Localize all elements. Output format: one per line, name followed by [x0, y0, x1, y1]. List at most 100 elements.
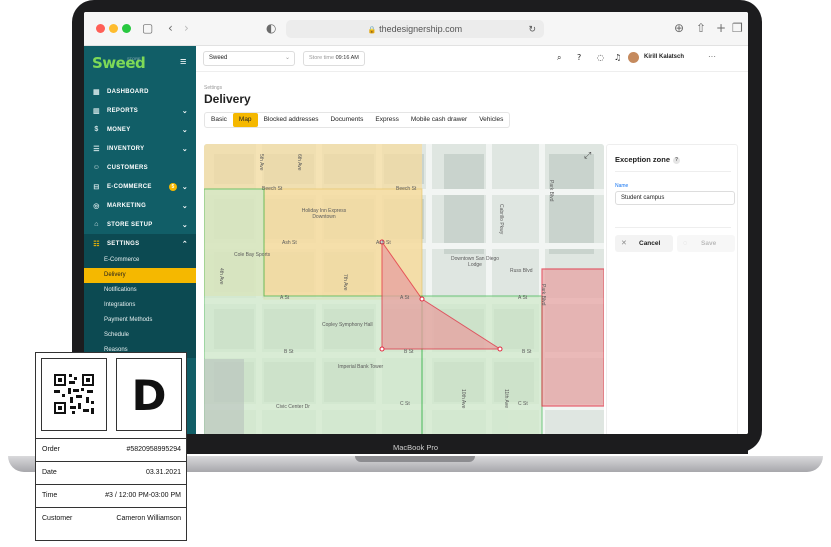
- user-icon: ☺: [92, 164, 101, 171]
- download-icon[interactable]: ⊕: [674, 21, 684, 35]
- new-tab-icon[interactable]: +: [716, 21, 726, 35]
- panel-title: Exception zone?: [615, 155, 681, 164]
- receipt-row: Time #3 / 12:00 PM-03:00 PM: [36, 484, 186, 507]
- sliders-icon: ☷: [93, 240, 100, 248]
- map-label: 10th Ave: [460, 389, 466, 409]
- map-label: Copley Symphony Hall: [322, 322, 373, 328]
- chevron-down-icon: ⌄: [181, 126, 188, 134]
- subnav-item-integrations[interactable]: Integrations: [84, 298, 196, 313]
- subnav-item-notifications[interactable]: Notifications: [84, 283, 196, 298]
- sidebar-item-label: CUSTOMERS: [107, 164, 148, 171]
- delivery-map[interactable]: Beech St Beech St Holiday Inn Express Do…: [204, 144, 604, 434]
- forward-icon[interactable]: ›: [184, 21, 189, 35]
- store-select[interactable]: Sweed ⌄: [203, 51, 295, 66]
- tab-map[interactable]: Map: [232, 113, 258, 127]
- sidebar-item-e-commerce[interactable]: ⊟ E-COMMERCE 5 ⌄: [84, 177, 196, 196]
- subnav-item-payment-methods[interactable]: Payment Methods: [84, 313, 196, 328]
- search-icon[interactable]: ⌕: [557, 53, 561, 63]
- tab-bar: Basic Map Blocked addresses Documents Ex…: [204, 112, 511, 128]
- save-button[interactable]: ◌ Save: [677, 235, 735, 252]
- minimize-window-button[interactable]: [109, 24, 118, 33]
- lock-icon: 🔒: [367, 27, 377, 34]
- back-icon[interactable]: ‹: [168, 21, 173, 35]
- page-title: Delivery: [204, 92, 251, 106]
- sidebar-item-label: REPORTS: [107, 107, 139, 114]
- cart-icon: ⊟: [93, 183, 100, 191]
- sidebar-item-settings[interactable]: ☷ SETTINGS ⌃: [84, 234, 196, 253]
- sidebar-item-label: STORE SETUP: [107, 221, 153, 228]
- main-content: Sweed ⌄ Store time 09:16 AM ⌕ ? ◌ ♫ Kiril…: [196, 46, 748, 434]
- reload-icon[interactable]: ↻: [528, 20, 536, 38]
- row-key: Customer: [42, 515, 73, 522]
- map-label: B St: [284, 349, 294, 355]
- map-label: C St: [400, 401, 410, 407]
- map-label: C St: [518, 401, 528, 407]
- subnav-item-schedule[interactable]: Schedule: [84, 328, 196, 343]
- map-label: 11th Ave: [503, 389, 509, 408]
- sidebar-item-customers[interactable]: ☺ CUSTOMERS: [84, 158, 196, 177]
- shield-icon[interactable]: ◐: [266, 21, 276, 35]
- sidebar-nav: ▦ DASHBOARD ▥ REPORTS ⌄ $ MONEY ⌄ ☰ INVENTORY ⌄…: [84, 82, 196, 358]
- zone-red: [541, 268, 604, 407]
- share-icon[interactable]: ⇧: [696, 21, 706, 35]
- chevron-down-icon: ⌄: [181, 183, 188, 191]
- bell-icon[interactable]: ♫: [614, 53, 621, 62]
- close-window-button[interactable]: [96, 24, 105, 33]
- avatar[interactable]: [628, 52, 639, 63]
- tab-documents[interactable]: Documents: [324, 113, 369, 127]
- sidebar-item-label: DASHBOARD: [107, 88, 149, 95]
- cancel-button-label: Cancel: [639, 240, 661, 247]
- qr-code-icon: [54, 374, 94, 414]
- sidebar-item-money[interactable]: $ MONEY ⌄: [84, 120, 196, 139]
- tab-vehicles[interactable]: Vehicles: [473, 113, 509, 127]
- store-icon: ⌂: [94, 221, 99, 228]
- tab-blocked-addresses[interactable]: Blocked addresses: [258, 113, 325, 127]
- tab-express[interactable]: Express: [369, 113, 404, 127]
- cancel-button[interactable]: ✕ Cancel: [615, 235, 673, 252]
- help-icon[interactable]: ?: [673, 156, 681, 164]
- chat-icon[interactable]: ◌: [597, 53, 604, 62]
- row-key: Time: [42, 492, 58, 499]
- store-time-value: 09:16 AM: [335, 55, 359, 61]
- grid-icon: ▦: [93, 88, 100, 96]
- row-key: Order: [42, 446, 60, 453]
- browser-toolbar: ▢ ‹ › ◐ 🔒 thedesignership.com ↻ ⊕ ⇧ + ❐: [84, 12, 748, 46]
- sidebar-item-label: INVENTORY: [107, 145, 145, 152]
- sidebar-item-marketing[interactable]: ◎ MARKETING ⌄: [84, 196, 196, 215]
- more-icon[interactable]: ···: [708, 52, 716, 61]
- sidebar-toggle-icon[interactable]: ▢: [142, 21, 153, 35]
- tabs-overview-icon[interactable]: ❐: [732, 21, 743, 35]
- breadcrumb[interactable]: Settings: [204, 85, 222, 91]
- map-label: A St: [280, 295, 290, 301]
- sidebar-item-reports[interactable]: ▥ REPORTS ⌄: [84, 101, 196, 120]
- map-label: Ash St: [282, 240, 297, 246]
- menu-icon[interactable]: ≡: [180, 56, 186, 68]
- chevron-down-icon: ⌄: [181, 202, 188, 210]
- user-name[interactable]: Kirill Kalatsch: [644, 54, 684, 60]
- store-select-value: Sweed: [209, 55, 228, 61]
- map-label: Beech St: [396, 186, 417, 192]
- subnav-item-e-commerce[interactable]: E-Commerce: [84, 253, 196, 268]
- divider: [615, 227, 731, 228]
- map-label: 4th Ave: [218, 268, 224, 285]
- sidebar-item-inventory[interactable]: ☰ INVENTORY ⌄: [84, 139, 196, 158]
- name-field[interactable]: Student campus: [615, 191, 735, 205]
- sidebar-item-label: SETTINGS: [107, 240, 140, 247]
- chevron-down-icon: ⌄: [181, 107, 188, 115]
- map-label: Downtown San Diego Lodge: [450, 256, 500, 268]
- map-label: Ash St: [376, 240, 391, 246]
- list-icon: ☰: [93, 145, 100, 153]
- address-bar[interactable]: 🔒 thedesignership.com ↻: [286, 20, 544, 38]
- expand-icon[interactable]: ⤢: [584, 150, 591, 161]
- tab-basic[interactable]: Basic: [205, 113, 233, 127]
- zoom-window-button[interactable]: [122, 24, 131, 33]
- tab-mobile-cash-drawer[interactable]: Mobile cash drawer: [405, 113, 473, 127]
- subnav-item-delivery[interactable]: Delivery: [84, 268, 196, 283]
- chevron-down-icon: ⌄: [181, 145, 188, 153]
- help-icon[interactable]: ?: [577, 53, 581, 62]
- map-label: Cole Bay Sports: [234, 252, 271, 258]
- notification-badge: 5: [169, 182, 177, 191]
- dollar-icon: $: [94, 126, 99, 133]
- sidebar-item-store-setup[interactable]: ⌂ STORE SETUP ⌄: [84, 215, 196, 234]
- sidebar-item-dashboard[interactable]: ▦ DASHBOARD: [84, 82, 196, 101]
